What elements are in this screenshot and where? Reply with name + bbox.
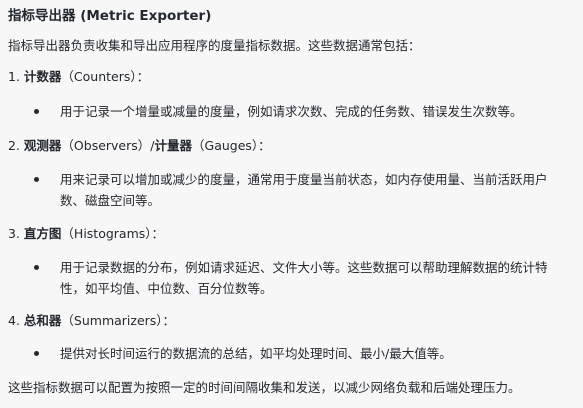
section-term: 总和器 <box>23 313 62 328</box>
list-item: 用来记录可以增加或减少的度量，通常用于度量当前状态，如内存使用量、当前活跃用户数… <box>34 169 564 211</box>
section-term-english: （Summarizers）： <box>61 313 176 328</box>
section-term-english: （Counters）： <box>61 69 150 84</box>
section-heading-summarizers: 4. 总和器（Summarizers）： <box>8 311 175 331</box>
section-number: 3. <box>8 226 24 241</box>
section-term-english-secondary: （Gauges）： <box>192 138 271 153</box>
section-term: 直方图 <box>23 226 62 241</box>
intro-paragraph: 指标导出器负责收集和导出应用程序的度量指标数据。这些数据通常包括： <box>8 38 421 53</box>
section-heading-counters: 1. 计数器（Counters）： <box>8 67 149 87</box>
section-term-english: （Histograms）： <box>61 226 165 241</box>
bullet-icon <box>34 265 39 270</box>
list-item: 提供对长时间运行的数据流的总结，如平均处理时间、最小/最大值等。 <box>34 343 564 364</box>
bullet-icon <box>34 109 39 114</box>
section-term: 计数器 <box>23 69 62 84</box>
list-item-text: 用来记录可以增加或减少的度量，通常用于度量当前状态，如内存使用量、当前活跃用户数… <box>60 172 548 208</box>
list-item-text: 用于记录一个增量或减量的度量，例如请求次数、完成的任务数、错误发生次数等。 <box>60 104 523 119</box>
section-number: 1. <box>8 69 24 84</box>
page-title: 指标导出器 (Metric Exporter) <box>8 8 212 24</box>
list-item-text: 提供对长时间运行的数据流的总结，如平均处理时间、最小/最大值等。 <box>60 346 452 361</box>
section-term-secondary: 计量器 <box>154 138 193 153</box>
section-heading-observers-gauges: 2. 观测器（Observers）/计量器（Gauges）： <box>8 136 271 156</box>
bullet-icon <box>34 351 39 356</box>
section-number: 4. <box>8 313 24 328</box>
section-heading-histograms: 3. 直方图（Histograms）： <box>8 224 164 244</box>
list-item: 用于记录一个增量或减量的度量，例如请求次数、完成的任务数、错误发生次数等。 <box>34 101 564 122</box>
section-number: 2. <box>8 138 24 153</box>
section-term-english: （Observers）/ <box>61 138 155 153</box>
bullet-icon <box>34 177 39 182</box>
section-term: 观测器 <box>23 138 62 153</box>
list-item: 用于记录数据的分布，例如请求延迟、文件大小等。这些数据可以帮助理解数据的统计特性… <box>34 257 564 299</box>
list-item-text: 用于记录数据的分布，例如请求延迟、文件大小等。这些数据可以帮助理解数据的统计特性… <box>60 260 548 296</box>
outro-paragraph: 这些指标数据可以配置为按照一定的时间间隔收集和发送，以减少网络负载和后端处理压力… <box>8 380 521 395</box>
